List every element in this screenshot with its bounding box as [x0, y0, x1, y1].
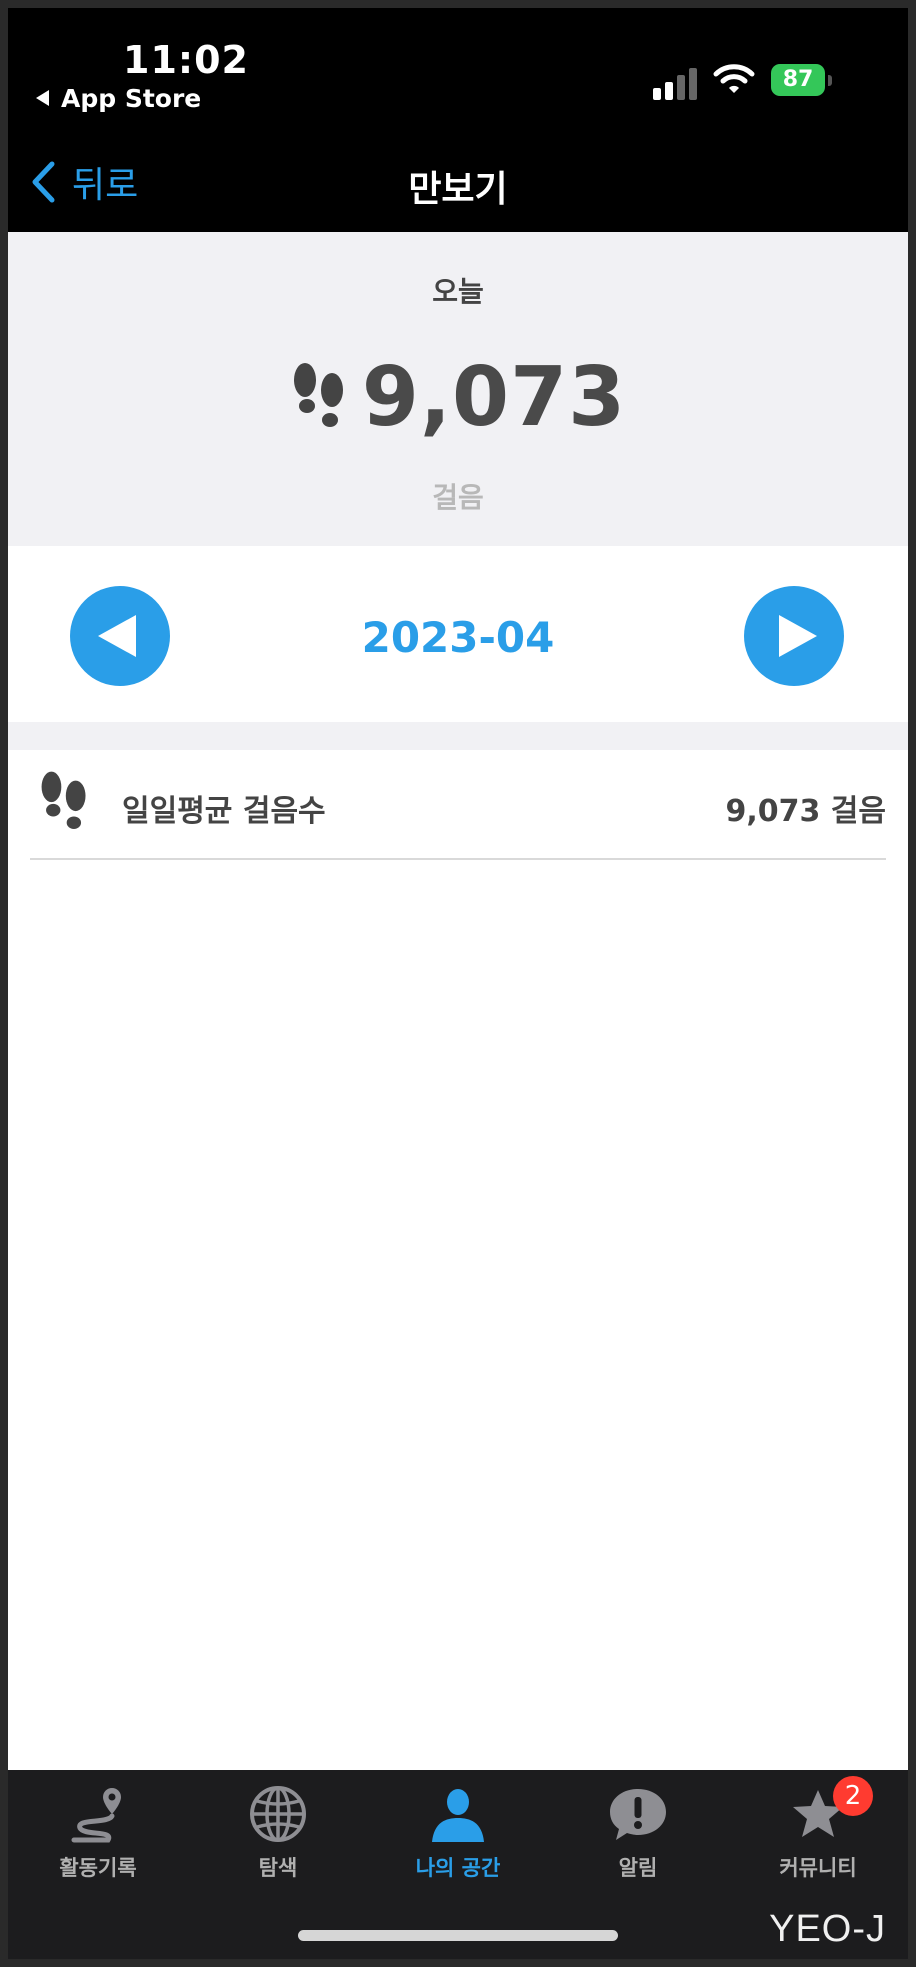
person-icon — [432, 1789, 484, 1842]
tab-label: 커뮤니티 — [779, 1856, 857, 1880]
status-time: 11:02 — [123, 38, 249, 82]
back-app-label: App Store — [61, 84, 202, 113]
play-right-icon — [779, 615, 817, 657]
tab-my-space[interactable]: 나의 공간 — [368, 1770, 548, 1890]
battery-tip — [828, 75, 832, 86]
home-indicator[interactable] — [298, 1930, 618, 1941]
tab-label: 알림 — [618, 1856, 658, 1880]
tab-community[interactable]: 2 커뮤니티 — [728, 1770, 908, 1890]
cellular-signal-icon — [653, 66, 699, 100]
list-item: 일일평균 걸음수 9,073 걸음 — [30, 750, 886, 860]
route-pin-icon — [71, 1788, 121, 1843]
next-month-button[interactable] — [744, 586, 844, 686]
today-label: 오늘 — [432, 275, 484, 308]
tab-label: 나의 공간 — [415, 1856, 501, 1880]
today-steps-unit: 걸음 — [432, 481, 484, 514]
tab-bar: 활동기록 탐색 나의 공간 알림 2 커뮤니티 YEO-J — [8, 1770, 908, 1959]
phone-screen: 11:02 App Store 87 뒤로 만보기 오늘 9,073 걸음 20… — [8, 8, 908, 1959]
today-steps-row: 9,073 — [8, 350, 908, 445]
tab-notifications[interactable]: 알림 — [548, 1770, 728, 1890]
top-bar: 11:02 App Store 87 뒤로 만보기 — [8, 8, 908, 232]
back-triangle-icon — [36, 90, 49, 106]
tab-activity-log[interactable]: 활동기록 — [8, 1770, 188, 1890]
wifi-icon — [713, 64, 755, 93]
footprints-icon — [293, 362, 343, 427]
tab-label: 탐색 — [258, 1856, 298, 1880]
footprints-icon — [41, 771, 86, 829]
daily-average-label: 일일평균 걸음수 — [122, 794, 326, 829]
page-title: 만보기 — [408, 169, 508, 210]
battery-level: 87 — [771, 64, 825, 96]
today-steps-value: 9,073 — [361, 350, 627, 445]
today-panel: 오늘 9,073 걸음 — [8, 232, 908, 546]
battery-indicator: 87 — [771, 64, 833, 98]
back-to-app-store-link[interactable]: App Store — [36, 84, 201, 113]
tab-label: 활동기록 — [59, 1856, 137, 1880]
month-selector: 2023-04 — [8, 546, 908, 722]
alert-bubble-icon — [610, 1789, 666, 1840]
tab-explore[interactable]: 탐색 — [188, 1770, 368, 1890]
notification-badge: 2 — [833, 1776, 873, 1816]
daily-average-value: 9,073 걸음 — [725, 794, 886, 829]
watermark: YEO-J — [769, 1908, 886, 1950]
globe-icon — [250, 1786, 306, 1842]
section-divider — [8, 722, 908, 750]
